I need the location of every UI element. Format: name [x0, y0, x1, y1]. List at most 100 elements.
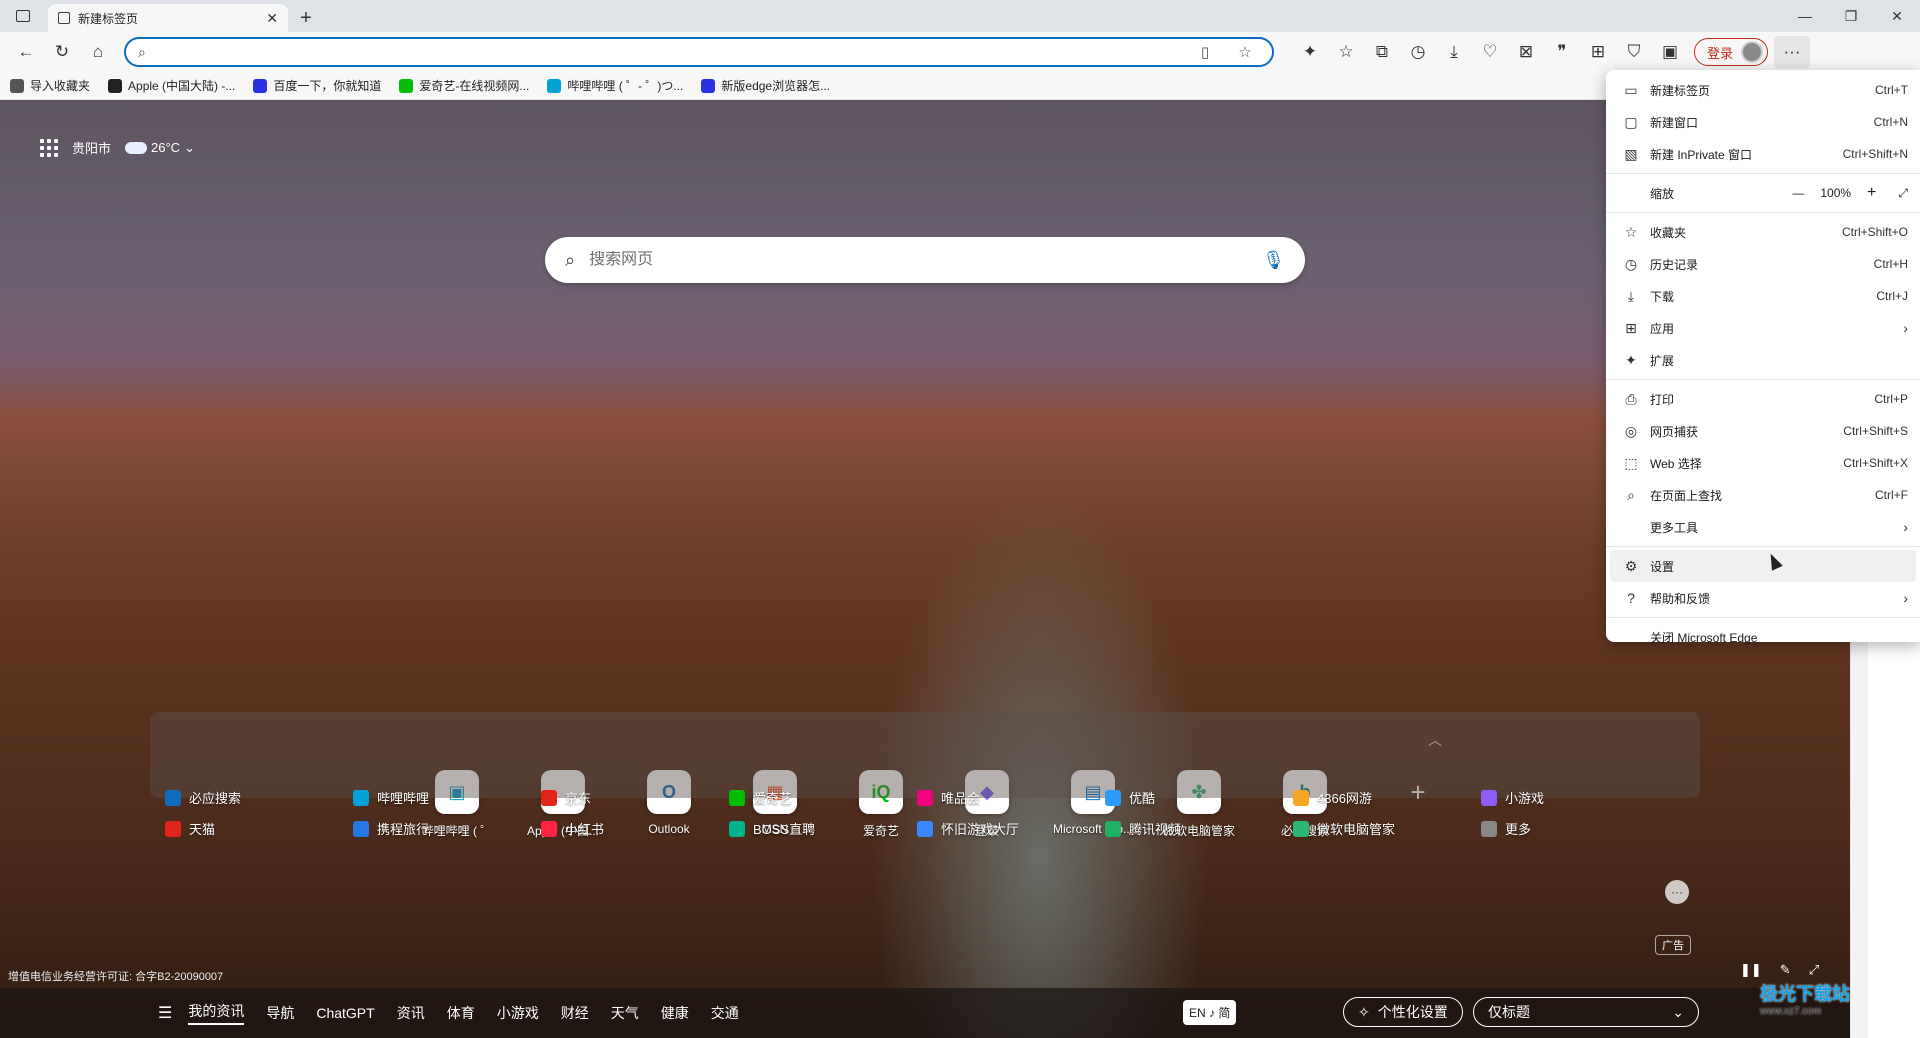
site-link[interactable]: 怀旧游戏大厅 — [917, 819, 1105, 838]
add-favorite-icon[interactable]: ☆ — [1230, 43, 1260, 61]
close-window-button[interactable]: ✕ — [1874, 0, 1920, 32]
site-link[interactable]: BOSS直聘 — [729, 819, 917, 838]
zoom-out-button[interactable]: — — [1792, 186, 1804, 200]
download-icon[interactable]: ⤓ — [1436, 36, 1472, 68]
personalize-button[interactable]: ✧ 个性化设置 — [1343, 997, 1463, 1027]
city-label[interactable]: 贵阳市 — [72, 138, 111, 157]
edit-background-icon[interactable]: ✎ — [1780, 962, 1791, 978]
favorite-link[interactable]: 导入收藏夹 — [10, 77, 90, 94]
site-link[interactable]: 微软电脑管家 — [1293, 819, 1481, 838]
feed-nav-item[interactable]: 财经 — [561, 1003, 589, 1023]
menu-close-edge[interactable]: 关闭 Microsoft Edge — [1606, 621, 1920, 653]
feed-nav-item[interactable]: 天气 — [611, 1003, 639, 1023]
zoom-in-button[interactable]: + — [1867, 184, 1876, 202]
feed-nav-item[interactable]: 体育 — [447, 1003, 475, 1023]
site-link[interactable]: 携程旅行 — [353, 819, 541, 838]
menu-new-window[interactable]: ▢ 新建窗口 Ctrl+N — [1606, 106, 1920, 138]
weather-widget[interactable]: 26°C ⌄ — [125, 140, 195, 156]
menu-new-inprivate[interactable]: ▧ 新建 InPrivate 窗口 Ctrl+Shift+N — [1606, 138, 1920, 170]
site-link[interactable]: 腾讯视频 — [1105, 819, 1293, 838]
close-tab-icon[interactable]: ✕ — [266, 10, 278, 27]
menu-find-on-page[interactable]: ⌕ 在页面上查找 Ctrl+F — [1606, 479, 1920, 511]
history-icon: ◷ — [1624, 255, 1638, 272]
license-text[interactable]: 增值电信业务经营许可证: 合字B2-20090007 — [8, 968, 223, 984]
headline-mode-select[interactable]: 仅标题 ⌄ — [1473, 997, 1699, 1027]
toolbar: ← ↻ ⌂ ⌕ ▯ ☆ ✦ ☆ ⧉ ◷ ⤓ ♡ ⊠ ❞ ⊞ ⛉ ▣ 登录 ··· — [0, 32, 1920, 72]
browser-essentials-icon[interactable]: ⛉ — [1616, 36, 1652, 68]
apps-icon[interactable]: ⊞ — [1580, 36, 1616, 68]
menu-help-feedback[interactable]: ? 帮助和反馈 › — [1606, 582, 1920, 614]
tab-new-tab[interactable]: 新建标签页 ✕ — [48, 4, 288, 32]
sidebar-toggle-icon[interactable]: ▣ — [1652, 36, 1688, 68]
favorite-link[interactable]: 百度一下，你就知道 — [253, 77, 381, 94]
site-link[interactable]: 京东 — [541, 788, 729, 807]
favorites-icon[interactable]: ☆ — [1328, 36, 1364, 68]
site-link[interactable]: 哔哩哔哩 — [353, 788, 541, 807]
menu-more-tools[interactable]: 更多工具 › — [1606, 511, 1920, 543]
feed-nav-item[interactable]: 我的资讯 — [188, 1001, 245, 1025]
app-launcher-icon[interactable] — [40, 138, 58, 157]
favorite-link[interactable]: 哔哩哔哩 ( ゜- ゜)つ... — [547, 77, 683, 94]
inprivate-icon: ▧ — [1624, 145, 1638, 162]
zoom-value: 100% — [1820, 186, 1852, 200]
extensions-icon[interactable]: ✦ — [1292, 36, 1328, 68]
site-link[interactable]: 小游戏 — [1481, 788, 1669, 807]
feed-nav-item[interactable]: 小游戏 — [497, 1003, 539, 1023]
menu-favorites[interactable]: ☆ 收藏夹 Ctrl+Shift+O — [1606, 216, 1920, 248]
site-link[interactable]: 爱奇艺 — [729, 788, 917, 807]
settings-and-more-button[interactable]: ··· — [1774, 36, 1811, 68]
feed-nav-item[interactable]: 导航 — [266, 1003, 294, 1023]
address-input[interactable] — [155, 44, 1180, 60]
new-tab-button[interactable]: + — [288, 4, 324, 32]
restore-button[interactable]: ❐ — [1828, 0, 1874, 32]
site-link-label: 小红书 — [565, 822, 605, 837]
menu-web-capture[interactable]: ◎ 网页捕获 Ctrl+Shift+S — [1606, 415, 1920, 447]
favorite-link[interactable]: Apple (中国大陆) -... — [108, 77, 235, 94]
site-favicon-icon — [729, 789, 745, 806]
site-link[interactable]: 小红书 — [541, 819, 729, 838]
collections-icon[interactable]: ⧉ — [1364, 36, 1400, 68]
menu-history[interactable]: ◷ 历史记录 Ctrl+H — [1606, 248, 1920, 280]
site-link[interactable]: 必应搜索 — [165, 788, 353, 807]
microphone-icon[interactable]: 🎙 — [1262, 250, 1285, 271]
favorite-link[interactable]: 爱奇艺-在线视频网... — [399, 77, 529, 94]
home-button[interactable]: ⌂ — [80, 36, 116, 68]
site-link[interactable]: 唯品会 — [917, 788, 1105, 807]
profile-login-button[interactable]: 登录 — [1694, 38, 1769, 66]
feed-nav-item[interactable]: 健康 — [661, 1003, 689, 1023]
performance-icon[interactable]: ♡ — [1472, 36, 1508, 68]
ime-language-indicator[interactable]: EN ♪ 简 — [1183, 1000, 1237, 1025]
math-solver-icon[interactable]: ⊠ — [1508, 36, 1544, 68]
site-link[interactable]: 4366网游 — [1293, 788, 1481, 807]
site-link[interactable]: 优酷 — [1105, 788, 1293, 807]
fullscreen-icon[interactable]: ⤢ — [1898, 186, 1908, 201]
menu-print[interactable]: ⎙ 打印 Ctrl+P — [1606, 383, 1920, 415]
feed-nav-item[interactable]: 资讯 — [397, 1003, 425, 1023]
back-button[interactable]: ← — [8, 36, 44, 68]
menu-icon[interactable]: ☰ — [158, 1003, 172, 1023]
menu-web-select[interactable]: ⬚ Web 选择 Ctrl+Shift+X — [1606, 447, 1920, 479]
menu-new-tab[interactable]: ▭ 新建标签页 Ctrl+T — [1606, 74, 1920, 106]
tab-actions-button[interactable] — [0, 0, 46, 32]
links-more-options-icon[interactable]: ··· — [1665, 880, 1689, 904]
favorite-link[interactable]: 新版edge浏览器怎... — [701, 77, 830, 94]
immersive-reader-icon[interactable]: ▯ — [1190, 43, 1220, 61]
search-input[interactable] — [589, 251, 1249, 269]
quote-icon[interactable]: ❞ — [1544, 36, 1580, 68]
menu-extensions[interactable]: ✦ 扩展 — [1606, 344, 1920, 376]
expand-icon[interactable]: ⤢ — [1809, 962, 1819, 978]
menu-downloads[interactable]: ⤓ 下载 Ctrl+J — [1606, 280, 1920, 312]
menu-apps[interactable]: ⊞ 应用 › — [1606, 312, 1920, 344]
site-link[interactable]: 更多 — [1481, 819, 1669, 838]
web-search-box[interactable]: ⌕ 🎙 — [545, 237, 1305, 283]
menu-settings[interactable]: ⚙ 设置 — [1610, 550, 1916, 582]
feed-nav-item[interactable]: 交通 — [711, 1003, 739, 1023]
feed-nav-item[interactable]: ChatGPT — [316, 1005, 374, 1021]
pause-icon[interactable]: ❚❚ — [1740, 962, 1762, 978]
address-bar[interactable]: ⌕ ▯ ☆ — [124, 37, 1274, 67]
history-icon[interactable]: ◷ — [1400, 36, 1436, 68]
site-favicon-icon — [1481, 789, 1497, 806]
site-link[interactable]: 天猫 — [165, 819, 353, 838]
refresh-button[interactable]: ↻ — [44, 36, 80, 68]
minimize-button[interactable]: — — [1782, 0, 1828, 32]
